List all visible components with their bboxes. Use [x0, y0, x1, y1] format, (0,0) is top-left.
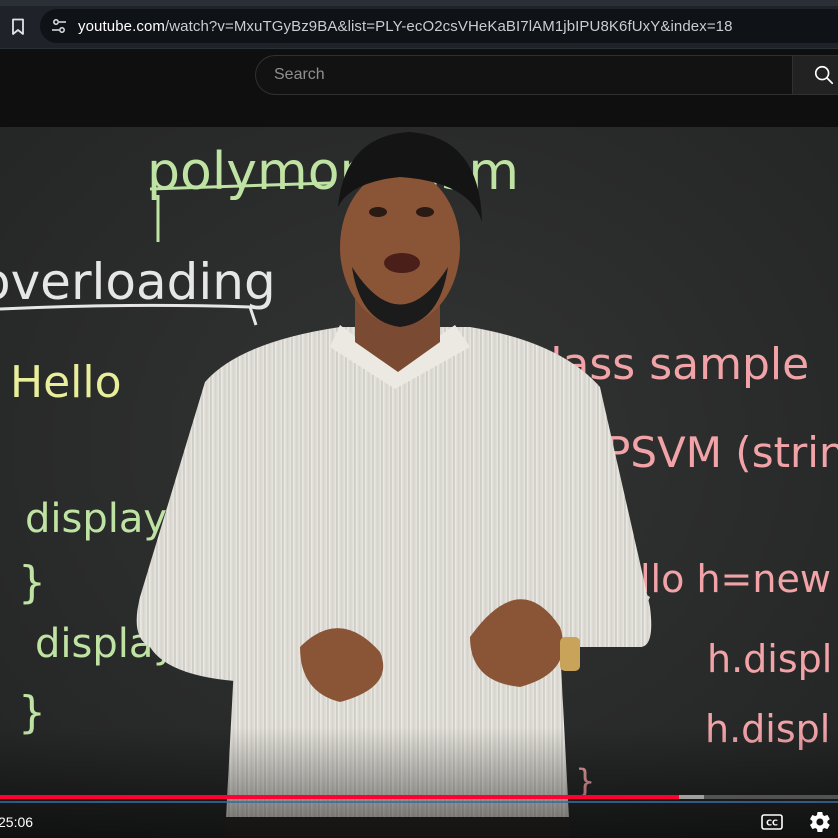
search-input[interactable]	[272, 65, 795, 85]
progress-played	[0, 795, 679, 799]
cc-button[interactable]: CC	[760, 813, 784, 831]
progress-bar-underline	[0, 801, 838, 803]
player-controls-shade	[0, 727, 838, 838]
chalk-text-hello-new: llo h=new	[640, 557, 831, 601]
chalk-text-psvm: PSVM (strin	[605, 428, 838, 477]
youtube-header	[0, 49, 838, 127]
progress-bar[interactable]	[0, 795, 838, 799]
site-settings-icon[interactable]	[50, 17, 68, 35]
search-box	[255, 55, 795, 95]
settings-button[interactable]	[807, 809, 833, 835]
svg-text:CC: CC	[766, 819, 778, 828]
search-button[interactable]	[792, 55, 838, 95]
chalk-text-display-1: display	[25, 496, 167, 542]
browser-address-bar: youtube.com/watch?v=MxuTGyBz9BA&list=PLY…	[0, 6, 838, 49]
url-path: /watch?v=MxuTGyBz9BA&list=PLY-ecO2csVHeK…	[164, 17, 733, 35]
chalk-text-brace-1: }	[18, 557, 46, 608]
chalk-text-hello: Hello	[10, 357, 122, 408]
url-domain: youtube.com	[78, 17, 165, 35]
cc-icon: CC	[761, 814, 783, 830]
bookmark-icon[interactable]	[8, 16, 28, 38]
video-player[interactable]: polymorphism overloading Hello display }…	[0, 127, 838, 838]
url-text: youtube.com/watch?v=MxuTGyBz9BA&list=PLY…	[78, 18, 733, 35]
chalk-text-h-display-1: h.displ	[707, 637, 832, 681]
chalk-text-overloading: overloading	[0, 253, 276, 311]
search-icon	[814, 65, 834, 85]
settings-gear-icon	[810, 811, 830, 833]
url-field[interactable]: youtube.com/watch?v=MxuTGyBz9BA&list=PLY…	[40, 9, 838, 43]
current-time: 25:06	[0, 814, 34, 830]
